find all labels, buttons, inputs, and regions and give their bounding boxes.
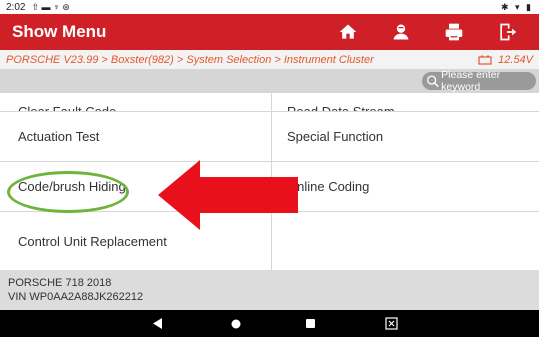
breadcrumb-path: PORSCHE V23.99 > Boxster(982) > System S… — [6, 53, 374, 66]
menu-item-label: Actuation Test — [18, 129, 100, 144]
back-button[interactable] — [153, 317, 163, 330]
app-header: Show Menu — [0, 14, 539, 50]
menu-item-label: Online Coding — [287, 179, 370, 194]
back-icon — [153, 318, 162, 329]
person-icon — [393, 24, 409, 40]
menu-empty-cell — [272, 212, 539, 270]
menu-item-actuation-test[interactable]: Actuation Test — [0, 112, 272, 162]
menu-item-code-brush-hiding[interactable]: Code/brush Hiding — [0, 162, 272, 212]
system-nav-bar — [0, 310, 539, 337]
screenshot-icon — [385, 317, 398, 330]
home-nav-button[interactable] — [231, 317, 241, 330]
menu-item-label: Read Data Stream — [287, 104, 395, 112]
search-bar: Please enter keyword — [0, 69, 539, 93]
menu-item-read-data-stream[interactable]: Read Data Stream — [272, 93, 539, 112]
home-icon — [339, 24, 357, 39]
menu-item-label: Code/brush Hiding — [18, 179, 126, 194]
battery-icon — [478, 55, 492, 65]
voltage-display: 12.54V — [478, 54, 539, 66]
exit-button[interactable] — [486, 19, 528, 45]
page-title: Show Menu — [12, 22, 107, 41]
menu-item-clear-fault-code[interactable]: Clear Fault Code — [0, 93, 272, 112]
menu-item-label: Special Function — [287, 129, 384, 144]
status-time: 2:02 — [6, 1, 26, 13]
circle-home-icon — [231, 319, 241, 328]
vehicle-vin: VIN WP0AA2A88JK262212 — [8, 291, 144, 303]
home-button[interactable] — [327, 19, 369, 45]
menu-item-online-coding[interactable]: Online Coding — [272, 162, 539, 212]
vehicle-info: PORSCHE 718 2018 VIN WP0AA2A88JK262212 — [0, 270, 539, 310]
print-button[interactable] — [433, 19, 475, 45]
search-input[interactable]: Please enter keyword — [422, 69, 536, 93]
menu-item-control-unit-replacement[interactable]: Control Unit Replacement — [0, 212, 272, 270]
print-icon — [445, 23, 463, 41]
exit-icon — [500, 23, 517, 41]
status-bar: 2:02 ⇧ ▬ ♆ ⊛ ✱ ▾ ▮ — [0, 0, 539, 14]
breadcrumb: PORSCHE V23.99 > Boxster(982) > System S… — [0, 50, 539, 69]
search-icon — [427, 75, 439, 88]
recents-button[interactable] — [306, 317, 315, 330]
vehicle-model: PORSCHE 718 2018 — [8, 277, 112, 289]
status-indicators: ⇧ ▬ ♆ ⊛ — [31, 1, 70, 12]
square-recents-icon — [306, 319, 315, 328]
status-right-icons: ✱ ▾ ▮ — [500, 1, 533, 12]
menu-item-label: Control Unit Replacement — [18, 233, 167, 249]
voltage-value: 12.54V — [498, 53, 533, 66]
screenshot-button[interactable] — [385, 317, 398, 330]
menu-item-special-function[interactable]: Special Function — [272, 112, 539, 162]
menu-grid: Clear Fault Code Read Data Stream Actuat… — [0, 93, 539, 270]
menu-item-label: Clear Fault Code — [18, 104, 117, 112]
search-placeholder: Please enter keyword — [441, 69, 501, 93]
user-button[interactable] — [380, 19, 422, 45]
